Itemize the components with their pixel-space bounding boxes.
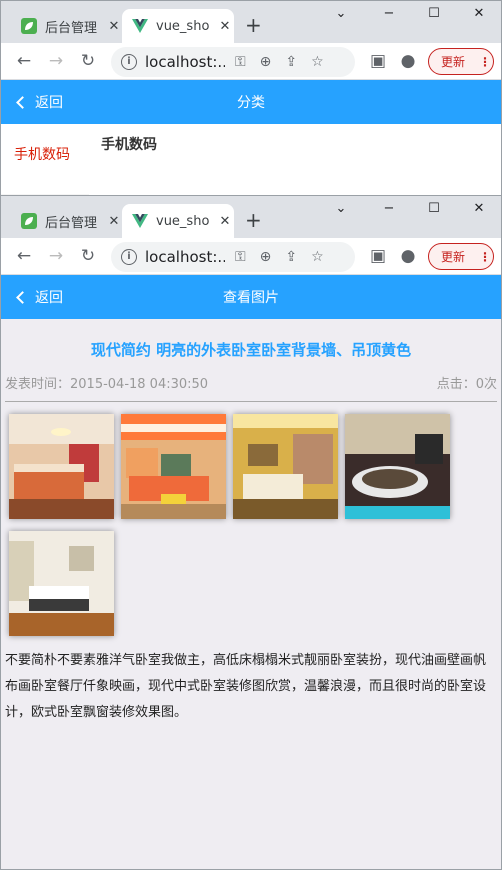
bedroom-orange-red-thumb[interactable] — [9, 414, 114, 519]
category-sidebar: 手机数码 — [1, 124, 89, 195]
forward-arrow-icon[interactable]: → — [45, 50, 67, 72]
thumbnail-grid — [1, 402, 471, 636]
key-icon[interactable]: ⚿ — [235, 54, 246, 70]
browser-toolbar: ← → ↻ i localhost:... ⚿ ⊕ ⇪ ☆ ▣ ● 更新 ⋮ — [1, 43, 501, 80]
update-label: 更新 — [441, 55, 466, 69]
tab-title: 后台管理 — [45, 215, 98, 231]
zoom-icon[interactable]: ⊕ — [260, 54, 272, 70]
close-icon[interactable]: ✕ — [105, 19, 123, 34]
back-button[interactable]: 返回 — [15, 275, 63, 319]
title-bar: 后台管理 ✕ vue_sho ✕ + ⌄ − ☐ ✕ — [1, 1, 501, 43]
close-icon[interactable]: ✕ — [105, 214, 123, 229]
share-icon[interactable]: ⇪ — [285, 54, 297, 70]
tab-title: vue_sho — [156, 213, 210, 229]
url-text: localhost:... — [145, 53, 225, 71]
tab-vue-shop[interactable]: vue_sho ✕ — [122, 9, 234, 43]
menu-icon[interactable]: ⋮ — [479, 250, 491, 264]
green-leaf-icon — [21, 213, 37, 229]
chevron-left-icon — [16, 290, 29, 304]
back-label: 返回 — [35, 95, 63, 111]
bedroom-round-bed-thumb[interactable] — [345, 414, 450, 519]
vue-logo-icon — [132, 214, 148, 228]
photo-title: 现代简约 明亮的外表卧室卧室背景墙、吊顶黄色 — [90, 341, 412, 359]
sidebar-icon[interactable]: ▣ — [367, 50, 389, 72]
page-title: 分类 — [237, 95, 265, 111]
update-label: 更新 — [441, 250, 466, 264]
close-icon[interactable]: ✕ — [216, 214, 234, 229]
sidebar-icon[interactable]: ▣ — [367, 245, 389, 267]
back-arrow-icon[interactable]: ← — [13, 245, 35, 267]
address-bar[interactable]: i localhost:... ⚿ ⊕ ⇪ ☆ — [111, 47, 355, 77]
photo-description: 不要简朴不要素雅洋气卧室我做主，高低床榻榻米式靓丽卧室装扮，现代油画壁画帆布画卧… — [5, 653, 487, 720]
new-tab-button[interactable]: + — [245, 208, 262, 232]
maximize-button[interactable]: ☐ — [424, 6, 444, 21]
chevron-left-icon — [16, 95, 29, 109]
key-icon[interactable]: ⚿ — [235, 249, 246, 265]
maximize-button[interactable]: ☐ — [424, 201, 444, 216]
profile-avatar-icon[interactable]: ● — [397, 50, 419, 72]
address-bar[interactable]: i localhost:... ⚿ ⊕ ⇪ ☆ — [111, 242, 355, 272]
reload-icon[interactable]: ↻ — [77, 245, 99, 267]
photo-meta: 发表时间：2015-04-18 04:30:50 点击：0次 — [1, 373, 501, 393]
site-info-icon[interactable]: i — [121, 54, 137, 70]
forward-arrow-icon[interactable]: → — [45, 245, 67, 267]
minimize-button[interactable]: − — [379, 201, 399, 216]
new-tab-button[interactable]: + — [245, 13, 262, 37]
title-bar: 后台管理 ✕ vue_sho ✕ + ⌄ − ☐ ✕ — [1, 196, 501, 238]
update-button[interactable]: 更新 ⋮ — [428, 48, 494, 75]
category-title: 手机数码 — [101, 137, 157, 153]
app-header: 返回 分类 — [1, 80, 501, 124]
menu-icon[interactable]: ⋮ — [479, 55, 491, 69]
window-close-button[interactable]: ✕ — [469, 6, 489, 21]
green-leaf-icon — [21, 18, 37, 34]
browser-window-categories: 后台管理 ✕ vue_sho ✕ + ⌄ − ☐ ✕ ← → ↻ i local… — [0, 0, 502, 196]
bedroom-small-wood-thumb[interactable] — [9, 531, 114, 636]
bedroom-striped-ceiling-thumb[interactable] — [121, 414, 226, 519]
star-icon[interactable]: ☆ — [311, 249, 324, 265]
click-count: 点击：0次 — [436, 377, 497, 392]
update-button[interactable]: 更新 ⋮ — [428, 243, 494, 270]
vue-logo-icon — [132, 19, 148, 33]
tab-title: 后台管理 — [45, 20, 98, 36]
back-arrow-icon[interactable]: ← — [13, 50, 35, 72]
close-icon[interactable]: ✕ — [216, 19, 234, 34]
zoom-icon[interactable]: ⊕ — [260, 249, 272, 265]
back-button[interactable]: 返回 — [15, 80, 63, 124]
tab-admin[interactable]: 后台管理 ✕ — [11, 204, 123, 238]
app-header: 返回 查看图片 — [1, 275, 501, 319]
tab-search-dropdown-icon[interactable]: ⌄ — [331, 6, 351, 21]
category-body: 手机数码 手机数码 — [1, 124, 501, 195]
tab-vue-shop[interactable]: vue_sho ✕ — [122, 204, 234, 238]
tab-search-dropdown-icon[interactable]: ⌄ — [331, 201, 351, 216]
star-icon[interactable]: ☆ — [311, 54, 324, 70]
tab-title: vue_sho — [156, 18, 210, 34]
tab-admin[interactable]: 后台管理 ✕ — [11, 9, 123, 43]
site-info-icon[interactable]: i — [121, 249, 137, 265]
reload-icon[interactable]: ↻ — [77, 50, 99, 72]
publish-time: 发表时间：2015-04-18 04:30:50 — [5, 377, 209, 392]
browser-toolbar: ← → ↻ i localhost:... ⚿ ⊕ ⇪ ☆ ▣ ● 更新 ⋮ — [1, 238, 501, 275]
sidebar-item-phones-digital[interactable]: 手机数码 — [14, 144, 70, 164]
bedroom-warm-yellow-thumb[interactable] — [233, 414, 338, 519]
minimize-button[interactable]: − — [379, 6, 399, 21]
page-title: 查看图片 — [223, 290, 279, 306]
window-close-button[interactable]: ✕ — [469, 201, 489, 216]
url-text: localhost:... — [145, 248, 225, 266]
profile-avatar-icon[interactable]: ● — [397, 245, 419, 267]
back-label: 返回 — [35, 290, 63, 306]
share-icon[interactable]: ⇪ — [285, 249, 297, 265]
browser-window-photo: 后台管理 ✕ vue_sho ✕ + ⌄ − ☐ ✕ ← → ↻ i local… — [0, 195, 502, 870]
